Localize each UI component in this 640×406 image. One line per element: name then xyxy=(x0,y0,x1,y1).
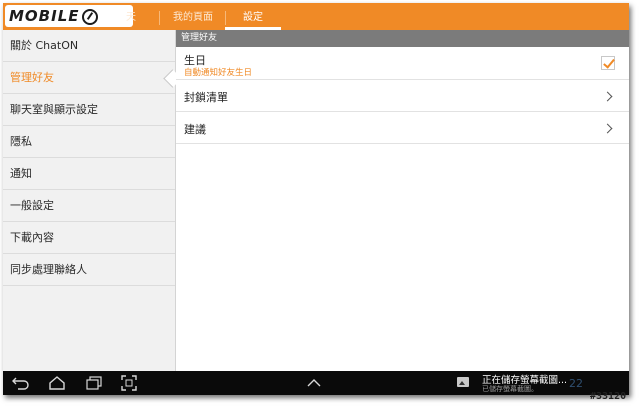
recent-apps-icon[interactable] xyxy=(85,375,103,391)
setting-row-block-list[interactable]: 封鎖清單 xyxy=(176,80,629,112)
birthday-checkbox[interactable] xyxy=(601,56,615,70)
section-header: 管理好友 xyxy=(176,30,629,47)
sidebar-item-sync-contacts[interactable]: 同步處理聯絡人 xyxy=(3,254,175,286)
sidebar-item-downloads[interactable]: 下載內容 xyxy=(3,222,175,254)
mobile01-logo: MOBILE xyxy=(5,5,133,27)
setting-row-birthday[interactable]: 生日 自動通知好友生日 xyxy=(176,47,629,80)
action-bar: MOBILE 天 我的頁面 設定 xyxy=(3,3,629,30)
setting-title: 封鎖清單 xyxy=(184,91,228,104)
logo-ring-icon xyxy=(81,9,98,25)
chevron-right-icon xyxy=(602,91,613,102)
sidebar-item-notifications[interactable]: 通知 xyxy=(3,158,175,190)
sidebar-item-about-chaton[interactable]: 關於 ChatON xyxy=(3,30,175,62)
tab-settings[interactable]: 設定 xyxy=(225,3,281,30)
app-window: MOBILE 天 我的頁面 設定 關於 ChatON 管理好友 聊天室與顯示設定… xyxy=(3,3,629,395)
sidebar-item-general[interactable]: 一般設定 xyxy=(3,190,175,222)
logo-text: MOBILE xyxy=(9,7,80,25)
sidebar-item-privacy[interactable]: 隱私 xyxy=(3,126,175,158)
image-notification-icon xyxy=(457,377,469,387)
expand-up-icon[interactable] xyxy=(306,375,322,391)
setting-subtitle: 自動通知好友生日 xyxy=(184,68,253,78)
setting-title: 建議 xyxy=(184,123,206,136)
tab-my-page[interactable]: 我的頁面 xyxy=(161,3,225,30)
system-navigation-bar: 正在儲存螢幕截圖... 已儲存螢幕截圖。 22 xyxy=(3,371,629,395)
tab-divider xyxy=(159,11,160,25)
status-clock: 22 xyxy=(569,377,583,390)
chevron-right-icon xyxy=(602,123,613,134)
tab-chats[interactable]: 天 xyxy=(121,3,141,30)
home-icon[interactable] xyxy=(48,375,66,391)
sidebar-item-label: 管理好友 xyxy=(10,71,54,84)
settings-detail-pane: 管理好友 生日 自動通知好友生日 封鎖清單 建議 xyxy=(176,30,629,371)
back-icon[interactable] xyxy=(12,375,30,391)
sidebar-item-chat-display[interactable]: 聊天室與顯示設定 xyxy=(3,94,175,126)
watermark: #33120 xyxy=(590,391,627,402)
sidebar-item-manage-buddies[interactable]: 管理好友 xyxy=(3,62,182,94)
setting-row-suggestions[interactable]: 建議 xyxy=(176,112,629,144)
screenshot-icon[interactable] xyxy=(121,375,137,391)
settings-sidebar: 關於 ChatON 管理好友 聊天室與顯示設定 隱私 通知 一般設定 下載內容 … xyxy=(3,30,182,371)
notification-subtitle: 已儲存螢幕截圖。 xyxy=(482,385,538,393)
